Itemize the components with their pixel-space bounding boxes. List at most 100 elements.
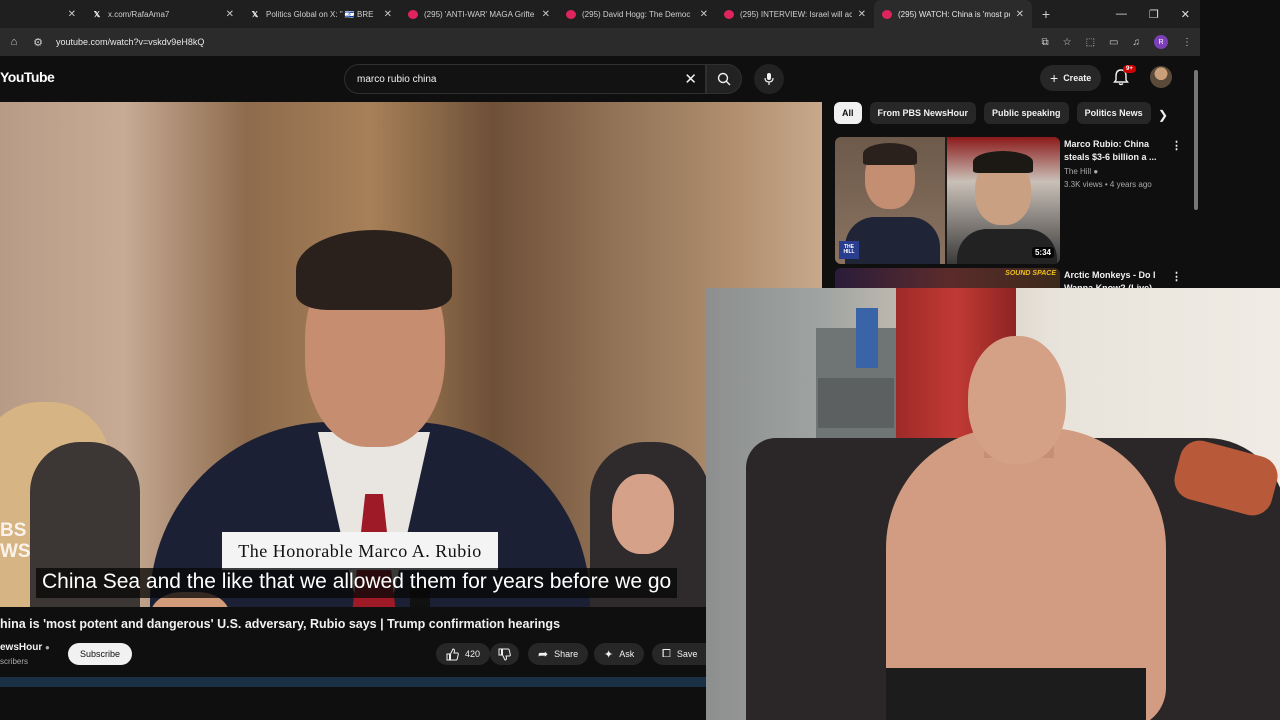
nameplate: The Honorable Marco A. Rubio: [222, 532, 498, 570]
home-icon[interactable]: ⌂: [4, 36, 24, 48]
browser-tab-active[interactable]: (295) WATCH: China is 'most po ✕: [874, 0, 1032, 28]
browser-tab[interactable]: (295) 'ANTI-WAR' MAGA Grifte ✕: [400, 0, 558, 28]
create-button[interactable]: + Create: [1040, 65, 1102, 91]
related-video-title[interactable]: Arctic Monkeys - Do I Wanna Know? (Live): [1064, 269, 1168, 288]
close-tab-icon[interactable]: ✕: [542, 9, 550, 20]
video-player[interactable]: The Honorable Marco A. Rubio BS WS China …: [0, 102, 822, 607]
pbs-watermark: BS WS: [0, 520, 31, 562]
close-tab-icon[interactable]: ✕: [1016, 9, 1024, 20]
thumbnail-hair: [863, 143, 917, 165]
sidebar-toggle-icon[interactable]: ▭: [1109, 37, 1118, 48]
create-label: Create: [1063, 73, 1092, 83]
youtube-favicon-icon: [566, 9, 576, 19]
video-title: hina is 'most potent and dangerous' U.S.…: [0, 617, 561, 631]
thumbnail-hair: [973, 151, 1033, 173]
logo-text: YouTube: [0, 69, 55, 85]
youtube-favicon-icon: [882, 9, 892, 19]
site-info-icon[interactable]: ⚙: [28, 36, 48, 49]
notification-badge: 9+: [1123, 65, 1136, 73]
chevron-right-icon[interactable]: ❯: [1158, 108, 1168, 122]
youtube-favicon-icon: [724, 9, 734, 19]
search-button[interactable]: [706, 64, 742, 94]
browser-tab[interactable]: ✕: [0, 0, 84, 28]
related-video-title[interactable]: Marco Rubio: China steals $3-6 billion a…: [1064, 138, 1164, 164]
voice-search-button[interactable]: [754, 64, 784, 94]
related-channel-name: The Hill: [1064, 167, 1092, 176]
more-options-icon[interactable]: ⋮: [1171, 139, 1182, 152]
streamer-shorts: [886, 668, 1146, 720]
youtube-logo[interactable]: YouTube: [0, 69, 55, 85]
address-bar: ⌂ ⚙ youtube.com/watch?v=vskdv9eH8kQ ⧉ ☆ …: [0, 28, 1200, 56]
browser-tab[interactable]: 𝕏 Politics Global on X: " 🇮🇱 BRE ✕: [242, 0, 400, 28]
related-video-channel[interactable]: The Hill ●: [1064, 167, 1098, 176]
verified-icon: ●: [45, 643, 50, 652]
x-logo-icon: 𝕏: [93, 9, 101, 19]
profile-avatar[interactable]: R: [1154, 35, 1168, 49]
like-button[interactable]: 420: [436, 643, 491, 665]
search-box: ✕: [344, 64, 706, 94]
dislike-button[interactable]: [490, 643, 519, 665]
related-video-thumbnail[interactable]: SOUND SPACE: [835, 268, 1060, 288]
more-options-icon[interactable]: ⋮: [1171, 270, 1182, 283]
youtube-header: YouTube ✕ + Create 9+: [0, 56, 1200, 102]
like-count: 420: [465, 649, 481, 659]
restore-icon[interactable]: ❐: [1149, 8, 1159, 21]
close-tab-icon[interactable]: ✕: [858, 9, 866, 20]
subscribe-button[interactable]: Subscribe: [68, 643, 132, 665]
description-box[interactable]: [0, 677, 706, 687]
tab-title: x.com/RafaAma7: [108, 9, 170, 19]
scrollbar-thumb[interactable]: [1194, 70, 1198, 210]
new-tab-button[interactable]: +: [1032, 6, 1060, 22]
url-field[interactable]: youtube.com/watch?v=vskdv9eH8kQ: [56, 37, 204, 47]
extensions-icon[interactable]: ⬚: [1086, 37, 1095, 48]
ask-button[interactable]: ✦ Ask: [594, 643, 645, 665]
x-logo-icon: 𝕏: [251, 9, 259, 19]
bookmark-icon: ⧠: [662, 647, 671, 660]
thumbs-up-icon: [446, 647, 459, 660]
close-tab-icon[interactable]: ✕: [700, 9, 708, 20]
save-button[interactable]: ⧠ Save: [652, 643, 706, 665]
share-label: Share: [554, 649, 579, 659]
close-tab-icon[interactable]: ✕: [226, 9, 234, 20]
close-window-icon[interactable]: ✕: [1181, 8, 1190, 21]
minimize-icon[interactable]: —: [1116, 8, 1127, 20]
bookmark-star-icon[interactable]: ☆: [1063, 37, 1072, 48]
browser-tab[interactable]: (295) INTERVIEW: Israel will ac ✕: [716, 0, 874, 28]
chip-from-pbs-newshour[interactable]: From PBS NewsHour: [869, 102, 977, 124]
account-avatar[interactable]: [1150, 66, 1172, 88]
thumbs-down-icon: [498, 648, 511, 661]
sound-space-logo: SOUND SPACE: [1005, 270, 1056, 277]
background-object: [856, 308, 878, 368]
close-tab-icon[interactable]: ✕: [384, 9, 392, 20]
clear-search-icon[interactable]: ✕: [684, 70, 697, 88]
video-duration: 5:34: [1031, 247, 1054, 258]
search-input[interactable]: [345, 65, 665, 93]
sparkle-icon: ✦: [604, 648, 614, 661]
webcam-overlay: [706, 288, 1280, 720]
tab-title: (295) 'ANTI-WAR' MAGA Grifte: [424, 9, 535, 19]
browser-tab[interactable]: (295) David Hogg: The Democ ✕: [558, 0, 716, 28]
the-hill-logo: THE HILL: [839, 241, 859, 259]
plus-icon: +: [1050, 70, 1059, 86]
related-video-thumbnail[interactable]: THE HILL 5:34: [835, 137, 1060, 264]
notifications-button[interactable]: 9+: [1112, 65, 1136, 88]
tab-title: Politics Global on X: " 🇮🇱 BRE: [266, 9, 374, 19]
speaker-hair: [296, 230, 452, 310]
chip-politics-news[interactable]: Politics News: [1076, 102, 1151, 124]
tab-title: (295) INTERVIEW: Israel will ac: [740, 9, 852, 19]
browser-toolbar: ⧉ ☆ ⬚ ▭ ♫ R ⋮: [1041, 28, 1192, 56]
media-controls-icon[interactable]: ♫: [1133, 37, 1141, 48]
channel-name[interactable]: ewsHour ●: [0, 642, 50, 653]
screen: ✕ 𝕏 x.com/RafaAma7 ✕ 𝕏 Politics Global o…: [0, 0, 1280, 720]
tab-title: (295) David Hogg: The Democ: [582, 9, 691, 19]
streamer-head: [968, 336, 1066, 464]
chip-public-speaking[interactable]: Public speaking: [984, 102, 1069, 124]
close-tab-icon[interactable]: ✕: [68, 9, 76, 20]
window-controls: — ❐ ✕: [1116, 0, 1200, 28]
browser-tab[interactable]: 𝕏 x.com/RafaAma7 ✕: [84, 0, 242, 28]
share-button[interactable]: ➦ Share: [528, 643, 589, 665]
chip-all[interactable]: All: [834, 102, 862, 124]
install-app-icon[interactable]: ⧉: [1041, 37, 1048, 48]
browser-tab-bar: ✕ 𝕏 x.com/RafaAma7 ✕ 𝕏 Politics Global o…: [0, 0, 1200, 28]
browser-menu-icon[interactable]: ⋮: [1182, 37, 1192, 48]
